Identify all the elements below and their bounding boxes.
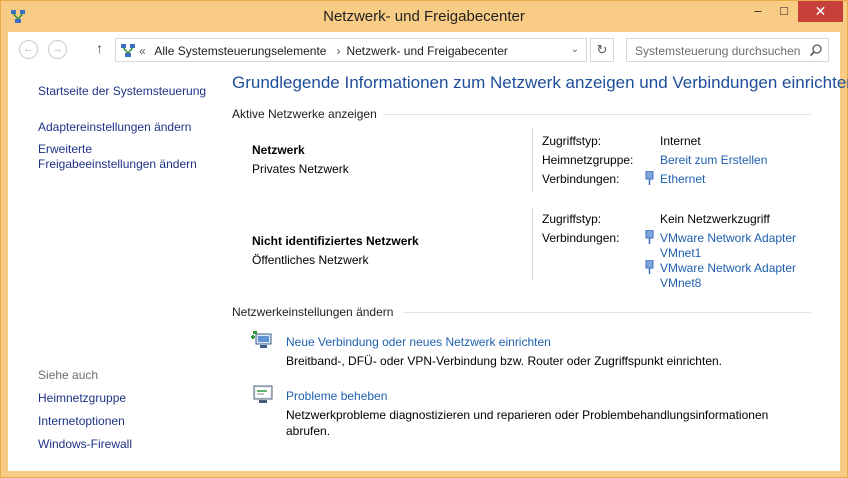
connections-label: Verbindungen: [542, 172, 620, 186]
network-name: Nicht identifiziertes Netzwerk [252, 234, 419, 248]
access-type-label: Zugriffstyp: [542, 134, 602, 148]
troubleshoot-description: Netzwerkprobleme diagnostizieren und rep… [286, 408, 769, 438]
breadcrumb-item[interactable]: Netzwerk- und Freigabecenter [346, 44, 507, 58]
network-name: Netzwerk [252, 143, 305, 157]
sidebar-link-homegroup[interactable]: Heimnetzgruppe [38, 391, 126, 406]
homegroup-label: Heimnetzgruppe: [542, 153, 634, 167]
address-toolbar: ← → ↑ « Alle Systemsteuerungselemente › Ne… [8, 32, 840, 68]
connection-line: VMnet1 [660, 246, 702, 260]
up-button[interactable]: ↑ [96, 40, 103, 56]
back-arrow-icon: ← [23, 43, 34, 55]
page-title: Grundlegende Informationen zum Netzwerk … [232, 73, 848, 92]
forward-button[interactable]: → [48, 40, 67, 59]
window-content: ← → ↑ « Alle Systemsteuerungselemente › Ne… [8, 32, 848, 471]
connections-label: Verbindungen: [542, 231, 620, 245]
sidebar-link-firewall[interactable]: Windows-Firewall [38, 437, 132, 452]
sidebar: Startseite der Systemsteuerung Adapterei… [8, 68, 221, 471]
up-arrow-icon: ↑ [96, 40, 103, 56]
search-placeholder: Systemsteuerung durchsuchen [635, 44, 801, 58]
search-input[interactable]: Systemsteuerung durchsuchen [626, 38, 829, 62]
breadcrumb-item[interactable]: Alle Systemsteuerungselemente [154, 44, 326, 58]
connection-vmnet1-link[interactable]: VMware Network Adapter VMnet1 [660, 231, 796, 261]
sidebar-link-adapter-settings[interactable]: Adaptereinstellungen ändern [38, 120, 191, 135]
network-category-link[interactable]: Privates Netzwerk [252, 162, 349, 176]
title-bar[interactable]: Netzwerk- und Freigabecenter – □ ✕ [1, 1, 847, 32]
access-type-label: Zugriffstyp: [542, 212, 602, 226]
breadcrumb: « Alle Systemsteuerungselemente › Netzwerk… [139, 44, 514, 58]
window-title: Netzwerk- und Freigabecenter [323, 8, 525, 25]
window-frame: Netzwerk- und Freigabecenter – □ ✕ ← → ↑… [0, 0, 848, 478]
ethernet-icon [645, 260, 654, 274]
new-connection-link[interactable]: Neue Verbindung oder neues Netzwerk einr… [286, 335, 551, 349]
sidebar-link-home[interactable]: Startseite der Systemsteuerung [38, 84, 206, 99]
maximize-button[interactable]: □ [771, 1, 797, 22]
minimize-button[interactable]: – [745, 1, 771, 22]
connection-vmnet8-link[interactable]: VMware Network Adapter VMnet8 [660, 261, 796, 291]
connection-line: VMware Network Adapter [660, 261, 797, 275]
connection-ethernet-link[interactable]: Ethernet [660, 172, 705, 187]
homegroup-link[interactable]: Bereit zum Erstellen [660, 153, 767, 168]
control-panel-icon [121, 44, 135, 57]
troubleshoot-icon [253, 385, 273, 403]
close-icon: ✕ [814, 3, 827, 19]
section-divider [403, 312, 811, 313]
address-dropdown-button[interactable]: ⌄ [566, 42, 584, 58]
minimize-icon: – [754, 3, 762, 18]
refresh-button[interactable]: ↻ [590, 38, 614, 62]
sidebar-link-sharing-settings[interactable]: Erweiterte Freigabeeinstellungen ändern [38, 142, 197, 172]
ethernet-icon [645, 230, 654, 244]
network-divider [532, 128, 533, 192]
breadcrumb-separator-icon[interactable]: › [336, 44, 340, 58]
network-divider [532, 208, 533, 280]
new-connection-icon [251, 331, 272, 348]
forward-arrow-icon: → [52, 43, 63, 55]
address-bar[interactable]: « Alle Systemsteuerungselemente › Netzwerk… [115, 38, 587, 62]
see-also-label: Siehe auch [38, 368, 99, 382]
ethernet-icon [645, 171, 654, 185]
sidebar-link-sharing-line1: Erweiterte [38, 142, 93, 156]
maximize-icon: □ [780, 3, 788, 18]
change-settings-label: Netzwerkeinstellungen ändern [232, 305, 394, 319]
chevron-down-icon: ⌄ [570, 44, 580, 55]
access-type-value: Internet [660, 134, 701, 148]
connection-line: VMware Network Adapter [660, 231, 797, 245]
breadcrumb-overflow[interactable]: « [139, 44, 146, 58]
troubleshoot-link[interactable]: Probleme beheben [286, 389, 387, 403]
sidebar-link-internet-options[interactable]: Internetoptionen [38, 414, 125, 429]
active-networks-label: Aktive Netzwerke anzeigen [232, 107, 377, 121]
connection-line: VMnet8 [660, 276, 702, 290]
sidebar-link-sharing-line2: Freigabeeinstellungen ändern [38, 157, 197, 171]
access-type-value: Kein Netzwerkzugriff [660, 212, 770, 226]
new-connection-description: Breitband-, DFÜ- oder VPN-Verbindung bzw… [286, 354, 722, 368]
back-button[interactable]: ← [19, 40, 38, 59]
refresh-icon: ↻ [596, 42, 608, 57]
section-divider [383, 114, 811, 115]
close-button[interactable]: ✕ [798, 1, 843, 22]
search-icon[interactable] [809, 43, 823, 57]
network-category-link[interactable]: Öffentliches Netzwerk [252, 253, 369, 267]
main-content: Grundlegende Informationen zum Netzwerk … [221, 68, 848, 471]
